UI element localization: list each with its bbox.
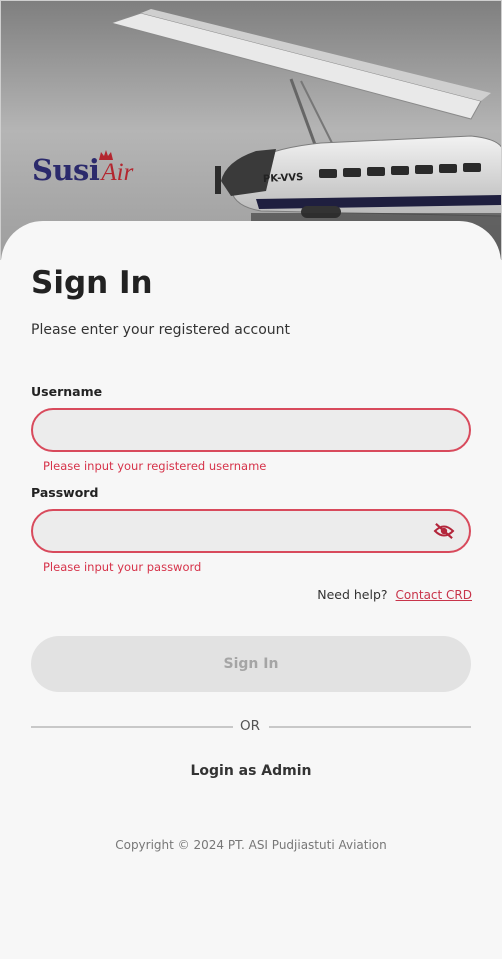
password-input[interactable] [33,511,469,551]
password-label: Password [31,485,99,500]
copyright-text: Copyright © 2024 PT. ASI Pudjiastuti Avi… [115,838,387,852]
help-text: Need help? [317,587,388,602]
help-row: Need help? Contact CRD [317,587,472,602]
divider-line-right [269,726,471,728]
username-field[interactable] [31,408,471,452]
username-input[interactable] [33,410,469,450]
signin-card: Sign In Please enter your registered acc… [1,221,501,959]
login-admin-button[interactable]: Login as Admin [1,763,501,779]
signin-button[interactable]: Sign In [31,636,471,692]
divider-line-left [31,726,233,728]
username-label: Username [31,384,103,399]
or-text: OR [240,718,261,734]
logo-text-susi: Susi [32,153,100,187]
password-error: Please input your password [43,560,202,574]
crown-icon [99,150,113,160]
or-divider: OR [31,718,471,736]
password-field[interactable] [31,509,471,553]
eye-off-icon[interactable] [433,522,455,540]
username-error: Please input your registered username [43,459,267,473]
contact-crd-link[interactable]: Contact CRD [396,588,472,602]
page-title: Sign In [31,265,153,301]
page-subtitle: Please enter your registered account [31,322,291,338]
susiair-logo: Susi Air [32,150,134,187]
plane-registration: PK-VVS [262,171,304,186]
logo-text-air: Air [101,159,134,186]
